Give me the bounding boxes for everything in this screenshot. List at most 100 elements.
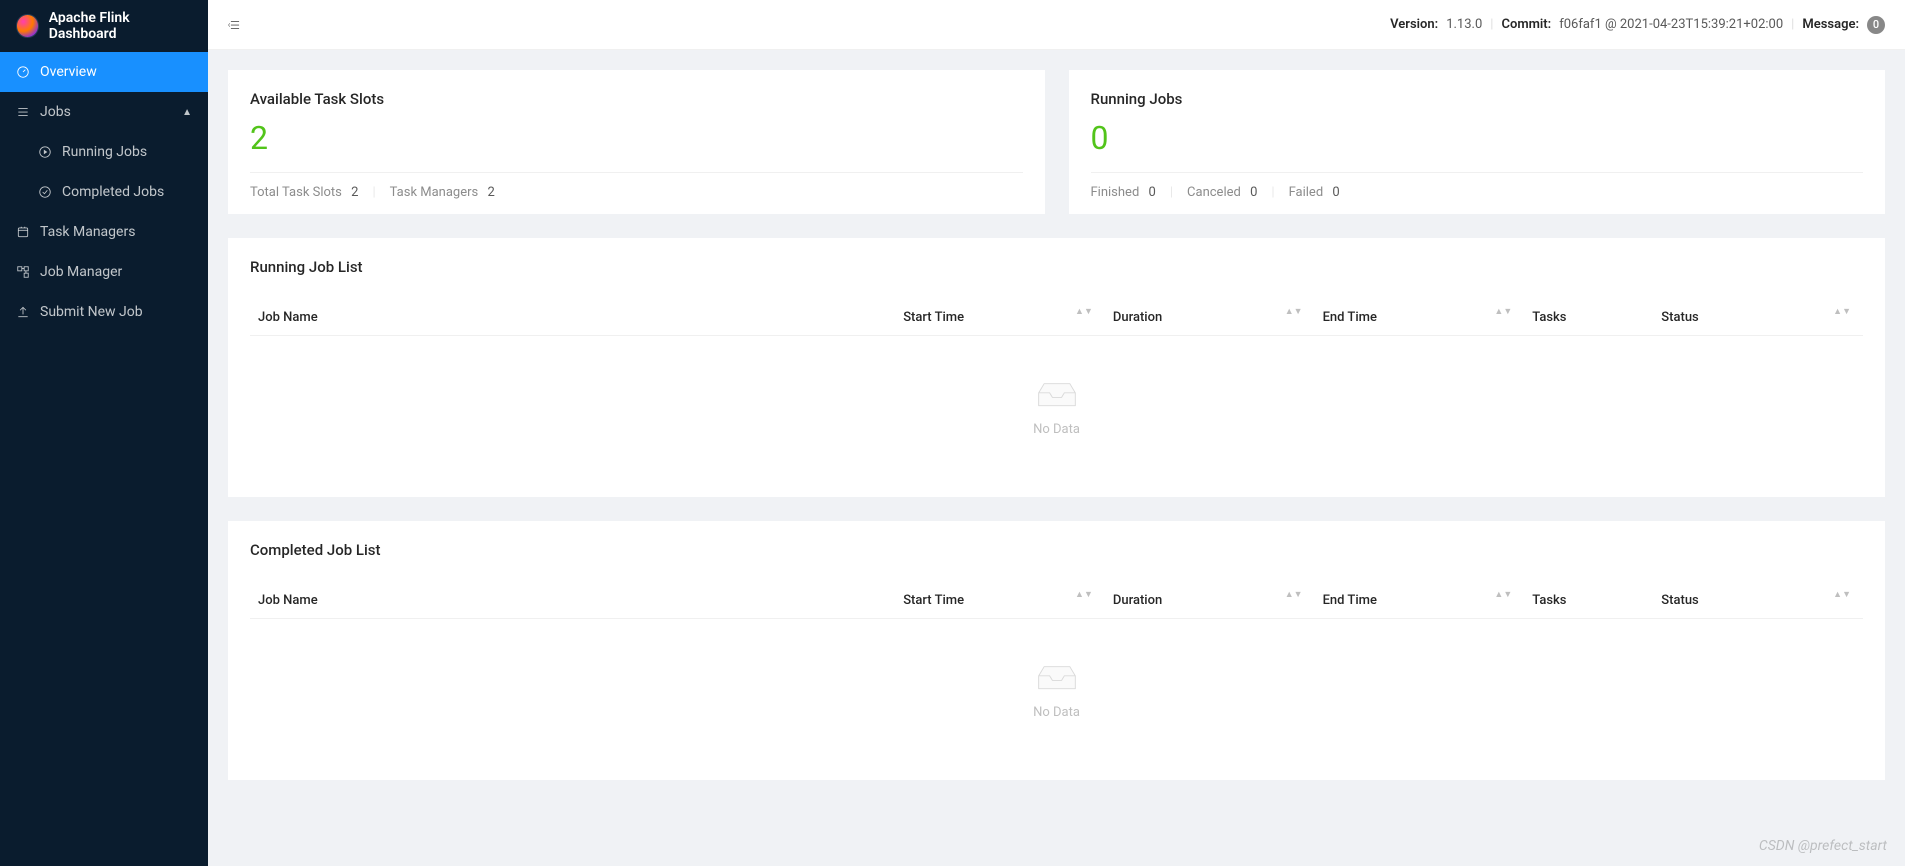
sidebar-item-job-manager[interactable]: Job Manager <box>0 252 208 292</box>
canceled-label: Canceled <box>1187 185 1241 200</box>
running-job-table: Job Name Start Time▲▼ Duration▲▼ End Tim… <box>250 300 1863 336</box>
sort-icon: ▲▼ <box>1833 593 1851 598</box>
version-value: 1.13.0 <box>1446 17 1482 32</box>
completed-empty-state: No Data <box>250 619 1863 740</box>
card-footer: Finished 0 | Canceled 0 | Failed 0 <box>1091 172 1864 200</box>
message-count-badge[interactable]: 0 <box>1867 16 1885 34</box>
commit-value: f06faf1 @ 2021-04-23T15:39:21+02:00 <box>1559 17 1783 32</box>
message-label: Message: <box>1802 17 1859 32</box>
card-running-jobs: Running Jobs 0 Finished 0 | Canceled 0 |… <box>1069 70 1886 214</box>
col-duration[interactable]: Duration▲▼ <box>1105 300 1315 336</box>
failed-jobs: Failed 0 <box>1289 185 1340 200</box>
topbar-right: Version: 1.13.0 | Commit: f06faf1 @ 2021… <box>1390 16 1885 34</box>
canceled-value: 0 <box>1250 185 1257 200</box>
sort-icon: ▲▼ <box>1075 593 1093 598</box>
failed-value: 0 <box>1332 185 1339 200</box>
play-circle-icon <box>38 145 52 159</box>
divider: | <box>1490 17 1493 32</box>
canceled-jobs: Canceled 0 <box>1187 185 1257 200</box>
brand-title: Apache Flink Dashboard <box>49 10 192 42</box>
bars-icon <box>16 105 30 119</box>
finished-label: Finished <box>1091 185 1140 200</box>
available-slots-value: 2 <box>250 122 1023 154</box>
content: Available Task Slots 2 Total Task Slots … <box>208 50 1905 866</box>
cluster-icon <box>16 265 30 279</box>
running-empty-state: No Data <box>250 336 1863 457</box>
sidebar-item-running-jobs[interactable]: Running Jobs <box>0 132 208 172</box>
running-job-list-title: Running Job List <box>250 258 1863 276</box>
topbar: Version: 1.13.0 | Commit: f06faf1 @ 2021… <box>208 0 1905 50</box>
task-managers-value: 2 <box>487 185 494 200</box>
col-tasks[interactable]: Tasks <box>1524 583 1653 619</box>
divider: | <box>1170 185 1173 200</box>
sidebar-item-jobs[interactable]: Jobs ▲ <box>0 92 208 132</box>
sidebar-label-completed-jobs: Completed Jobs <box>62 184 164 200</box>
sidebar-label-running-jobs: Running Jobs <box>62 144 147 160</box>
jobs-submenu: Running Jobs Completed Jobs <box>0 132 208 212</box>
running-jobs-value: 0 <box>1091 122 1864 154</box>
menu-fold-icon[interactable] <box>228 18 242 32</box>
task-managers-count: Task Managers 2 <box>390 185 495 200</box>
sort-icon: ▲▼ <box>1285 310 1303 315</box>
col-job-name[interactable]: Job Name <box>250 300 895 336</box>
version-label: Version: <box>1390 17 1438 32</box>
card-title: Running Jobs <box>1091 90 1864 108</box>
sidebar-item-overview[interactable]: Overview <box>0 52 208 92</box>
completed-job-list-section: Completed Job List Job Name Start Time▲▼… <box>228 521 1885 780</box>
upload-icon <box>16 305 30 319</box>
divider: | <box>372 185 375 200</box>
sidebar-label-job-manager: Job Manager <box>40 264 122 280</box>
sidebar: Apache Flink Dashboard Overview Jobs ▲ R… <box>0 0 208 866</box>
total-slots: Total Task Slots 2 <box>250 185 358 200</box>
sidebar-item-task-managers[interactable]: Task Managers <box>0 212 208 252</box>
inbox-icon <box>1035 380 1079 410</box>
sort-icon: ▲▼ <box>1285 593 1303 598</box>
task-managers-label: Task Managers <box>390 185 479 200</box>
dashboard-icon <box>16 65 30 79</box>
sort-icon: ▲▼ <box>1833 310 1851 315</box>
sort-icon: ▲▼ <box>1075 310 1093 315</box>
sidebar-label-jobs: Jobs <box>40 104 71 120</box>
main-menu: Overview Jobs ▲ Running Jobs Completed J… <box>0 52 208 332</box>
total-slots-label: Total Task Slots <box>250 185 342 200</box>
col-start-time[interactable]: Start Time▲▼ <box>895 583 1105 619</box>
failed-label: Failed <box>1289 185 1324 200</box>
inbox-icon <box>1035 663 1079 693</box>
col-status[interactable]: Status▲▼ <box>1653 583 1863 619</box>
total-slots-value: 2 <box>351 185 358 200</box>
check-circle-icon <box>38 185 52 199</box>
sidebar-label-overview: Overview <box>40 64 97 80</box>
col-start-time[interactable]: Start Time▲▼ <box>895 300 1105 336</box>
col-duration[interactable]: Duration▲▼ <box>1105 583 1315 619</box>
col-job-name[interactable]: Job Name <box>250 583 895 619</box>
sort-icon: ▲▼ <box>1494 593 1512 598</box>
col-tasks[interactable]: Tasks <box>1524 300 1653 336</box>
divider: | <box>1271 185 1274 200</box>
brand-row: Apache Flink Dashboard <box>0 0 208 52</box>
empty-text: No Data <box>250 705 1863 720</box>
empty-text: No Data <box>250 422 1863 437</box>
col-end-time[interactable]: End Time▲▼ <box>1315 300 1525 336</box>
card-title: Available Task Slots <box>250 90 1023 108</box>
main-area: Version: 1.13.0 | Commit: f06faf1 @ 2021… <box>208 0 1905 866</box>
sidebar-item-submit-new-job[interactable]: Submit New Job <box>0 292 208 332</box>
chevron-up-icon: ▲ <box>182 107 192 118</box>
stat-row: Available Task Slots 2 Total Task Slots … <box>228 70 1885 214</box>
divider: | <box>1791 17 1794 32</box>
flink-logo-icon <box>16 14 39 38</box>
card-footer: Total Task Slots 2 | Task Managers 2 <box>250 172 1023 200</box>
finished-jobs: Finished 0 <box>1091 185 1156 200</box>
completed-job-list-title: Completed Job List <box>250 541 1863 559</box>
running-job-list-section: Running Job List Job Name Start Time▲▼ D… <box>228 238 1885 497</box>
commit-label: Commit: <box>1501 17 1551 32</box>
sidebar-item-completed-jobs[interactable]: Completed Jobs <box>0 172 208 212</box>
sidebar-label-submit-new-job: Submit New Job <box>40 304 143 320</box>
col-end-time[interactable]: End Time▲▼ <box>1315 583 1525 619</box>
schedule-icon <box>16 225 30 239</box>
col-status[interactable]: Status▲▼ <box>1653 300 1863 336</box>
card-available-task-slots: Available Task Slots 2 Total Task Slots … <box>228 70 1045 214</box>
sort-icon: ▲▼ <box>1494 310 1512 315</box>
sidebar-label-task-managers: Task Managers <box>40 224 135 240</box>
completed-job-table: Job Name Start Time▲▼ Duration▲▼ End Tim… <box>250 583 1863 619</box>
finished-value: 0 <box>1149 185 1156 200</box>
